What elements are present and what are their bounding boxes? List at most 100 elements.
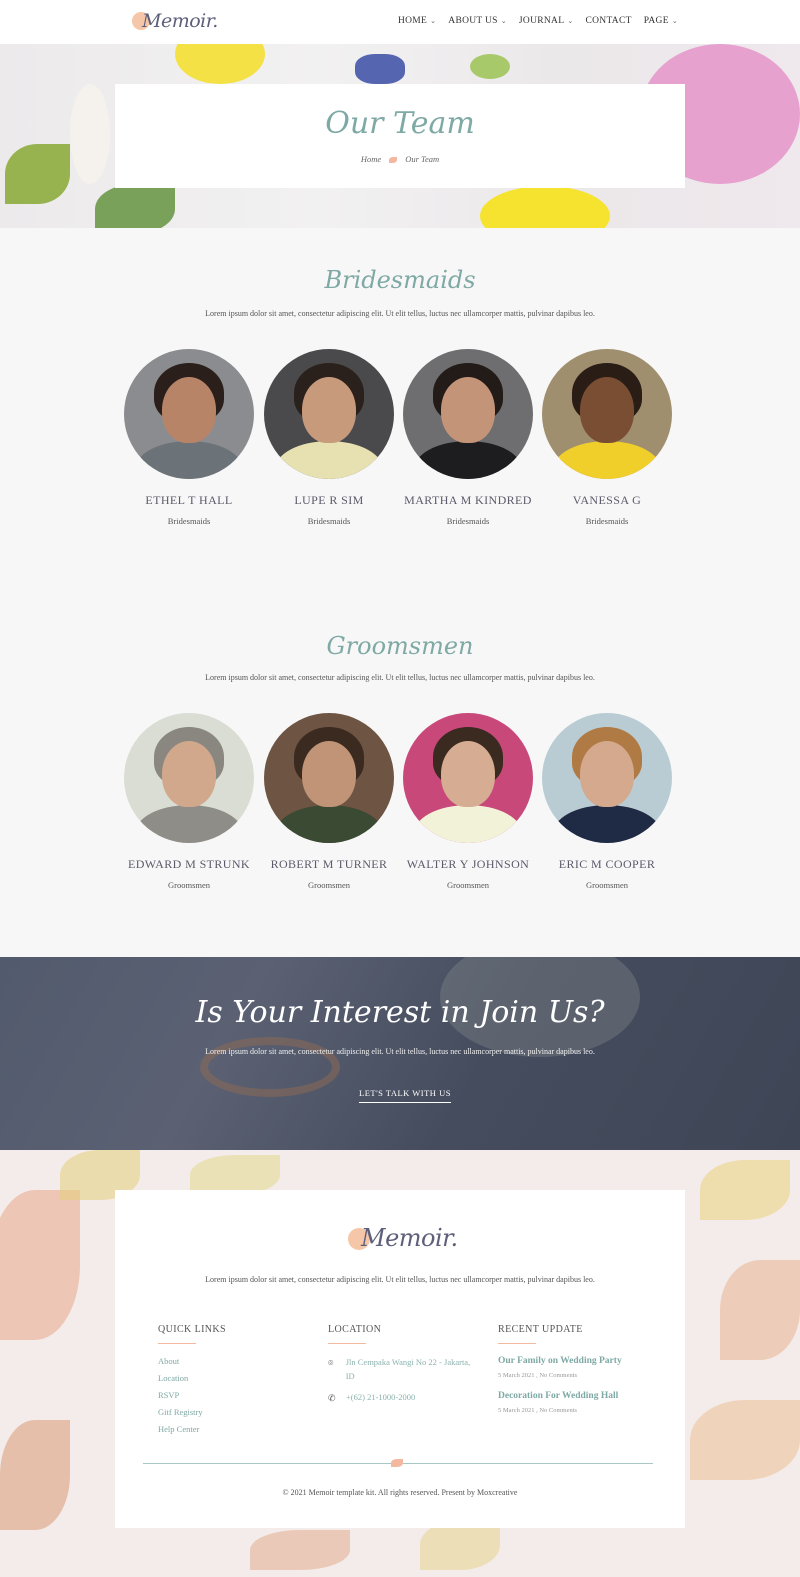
flower-decoration (480, 186, 610, 228)
flower-decoration (355, 54, 405, 84)
breadcrumb-home[interactable]: Home (361, 154, 381, 164)
nav-journal[interactable]: JOURNAL ⌄ (519, 16, 574, 26)
heading-underline (158, 1343, 196, 1344)
footer-link-about[interactable]: About (158, 1356, 328, 1366)
leaf-decoration (700, 1160, 790, 1220)
photo-face (302, 377, 356, 443)
map-pin-icon: ⌾ (328, 1358, 334, 1368)
site-logo[interactable]: Memoir. (132, 10, 222, 34)
photo-face (162, 741, 216, 807)
member-photo (542, 349, 672, 479)
member-name: LUPE R SIM (294, 493, 364, 507)
flower-decoration (70, 84, 110, 184)
chevron-down-icon: ⌄ (671, 17, 678, 25)
photo-face (580, 741, 634, 807)
member-photo (403, 713, 533, 843)
nav-about-us[interactable]: ABOUT US ⌄ (448, 16, 507, 26)
copyright: © 2021 Memoir template kit. All rights r… (282, 1488, 518, 1497)
leaf-separator-icon (389, 157, 398, 164)
member-photo (124, 349, 254, 479)
leaf-icon (391, 1459, 403, 1467)
site-header: Memoir. HOME ⌄ ABOUT US ⌄ JOURNAL ⌄ CONTACT… (0, 0, 800, 44)
recent-post-title[interactable]: Decoration For Wedding Hall (498, 1391, 668, 1401)
photo-body (134, 805, 244, 843)
bridesmaids-description: Lorem ipsum dolor sit amet, consectetur … (205, 309, 595, 318)
page-title: Our Team (325, 106, 475, 141)
footer-description: Lorem ipsum dolor sit amet, consectetur … (205, 1275, 595, 1284)
photo-body (552, 805, 662, 843)
member-role: Bridesmaids (585, 516, 629, 526)
leaf-decoration (95, 184, 175, 228)
member-name: ETHEL T HALL (145, 493, 233, 507)
photo-face (441, 741, 495, 807)
footer-logo[interactable]: Memoir. (348, 1224, 458, 1254)
member-role: Groomsmen (446, 880, 490, 890)
cta-title: Is Your Interest in Join Us? (195, 995, 605, 1030)
rings-decoration (200, 1037, 340, 1097)
team-member-card[interactable]: EDWARD M STRUNK Groomsmen (124, 713, 254, 890)
member-role: Groomsmen (307, 880, 351, 890)
team-member-card[interactable]: LUPE R SIM Bridesmaids (264, 349, 394, 526)
team-member-card[interactable]: WALTER Y JOHNSON Groomsmen (403, 713, 533, 890)
photo-body (552, 441, 662, 479)
chevron-down-icon: ⌄ (567, 17, 574, 25)
footer-link-gift-registry[interactable]: Gitf Registry (158, 1407, 328, 1417)
leaf-decoration (720, 1260, 800, 1360)
nav-home[interactable]: HOME ⌄ (398, 16, 436, 26)
breadcrumb-current: Our Team (405, 154, 440, 164)
recent-post-meta: 5 March 2021 , No Comments (498, 1372, 578, 1379)
member-name: MARTHA M KINDRED (404, 493, 532, 507)
chevron-down-icon: ⌄ (500, 17, 507, 25)
member-name: VANESSA G (572, 493, 642, 507)
leaf-decoration (0, 1420, 70, 1530)
breadcrumb: Home Our Team (115, 154, 685, 164)
member-name: EDWARD M STRUNK (127, 857, 250, 871)
cta-description: Lorem ipsum dolor sit amet, consectetur … (205, 1047, 595, 1056)
hero-card: Our Team Home Our Team (115, 84, 685, 188)
footer-card: Memoir. Lorem ipsum dolor sit amet, cons… (115, 1190, 685, 1528)
footer-link-location[interactable]: Location (158, 1373, 328, 1383)
main-nav: HOME ⌄ ABOUT US ⌄ JOURNAL ⌄ CONTACT PAGE ⌄ (398, 16, 678, 26)
chevron-down-icon: ⌄ (430, 17, 437, 25)
flower-decoration (470, 54, 510, 79)
page-hero: Our Team Home Our Team (0, 44, 800, 228)
talk-with-us-button[interactable]: LET'S TALK WITH US (359, 1088, 451, 1103)
leaf-decoration (5, 144, 70, 204)
quick-links-column: QUICK LINKS About Location RSVP Gitf Reg… (158, 1324, 328, 1441)
heading-underline (328, 1343, 366, 1344)
recent-post-title[interactable]: Our Family on Wedding Party (498, 1356, 668, 1366)
groomsmen-title: Groomsmen (326, 632, 474, 660)
footer-link-rsvp[interactable]: RSVP (158, 1390, 328, 1400)
phone-item: ✆ +(62) 21-1000-2000 (328, 1391, 478, 1405)
member-photo (264, 349, 394, 479)
address-text: Jln Cempaka Wangi No 22 - Jakarta, ID (345, 1357, 471, 1381)
heading-underline (498, 1343, 536, 1344)
photo-body (413, 441, 523, 479)
logo-text: Memoir. (142, 10, 218, 32)
nav-contact[interactable]: CONTACT (585, 16, 631, 26)
team-member-card[interactable]: ROBERT M TURNER Groomsmen (264, 713, 394, 890)
member-name: ROBERT M TURNER (270, 857, 388, 871)
member-role: Bridesmaids (446, 516, 490, 526)
member-role: Groomsmen (585, 880, 629, 890)
member-photo (403, 349, 533, 479)
quick-links-heading: QUICK LINKS (158, 1324, 227, 1335)
photo-body (274, 805, 384, 843)
photo-body (274, 441, 384, 479)
footer-link-help-center[interactable]: Help Center (158, 1424, 328, 1434)
team-member-card[interactable]: MARTHA M KINDRED Bridesmaids (403, 349, 533, 526)
photo-body (134, 441, 244, 479)
photo-face (162, 377, 216, 443)
team-member-card[interactable]: ERIC M COOPER Groomsmen (542, 713, 672, 890)
address-item: ⌾ Jln Cempaka Wangi No 22 - Jakarta, ID (328, 1356, 478, 1383)
photo-face (580, 377, 634, 443)
leaf-decoration (690, 1400, 800, 1480)
team-member-card[interactable]: VANESSA G Bridesmaids (542, 349, 672, 526)
groomsmen-description: Lorem ipsum dolor sit amet, consectetur … (205, 673, 595, 682)
team-member-card[interactable]: ETHEL T HALL Bridesmaids (124, 349, 254, 526)
phone-text[interactable]: +(62) 21-1000-2000 (346, 1391, 415, 1405)
footer-logo-text: Memoir. (361, 1224, 458, 1252)
nav-page[interactable]: PAGE ⌄ (644, 16, 678, 26)
member-photo (264, 713, 394, 843)
leaf-decoration (250, 1530, 350, 1570)
